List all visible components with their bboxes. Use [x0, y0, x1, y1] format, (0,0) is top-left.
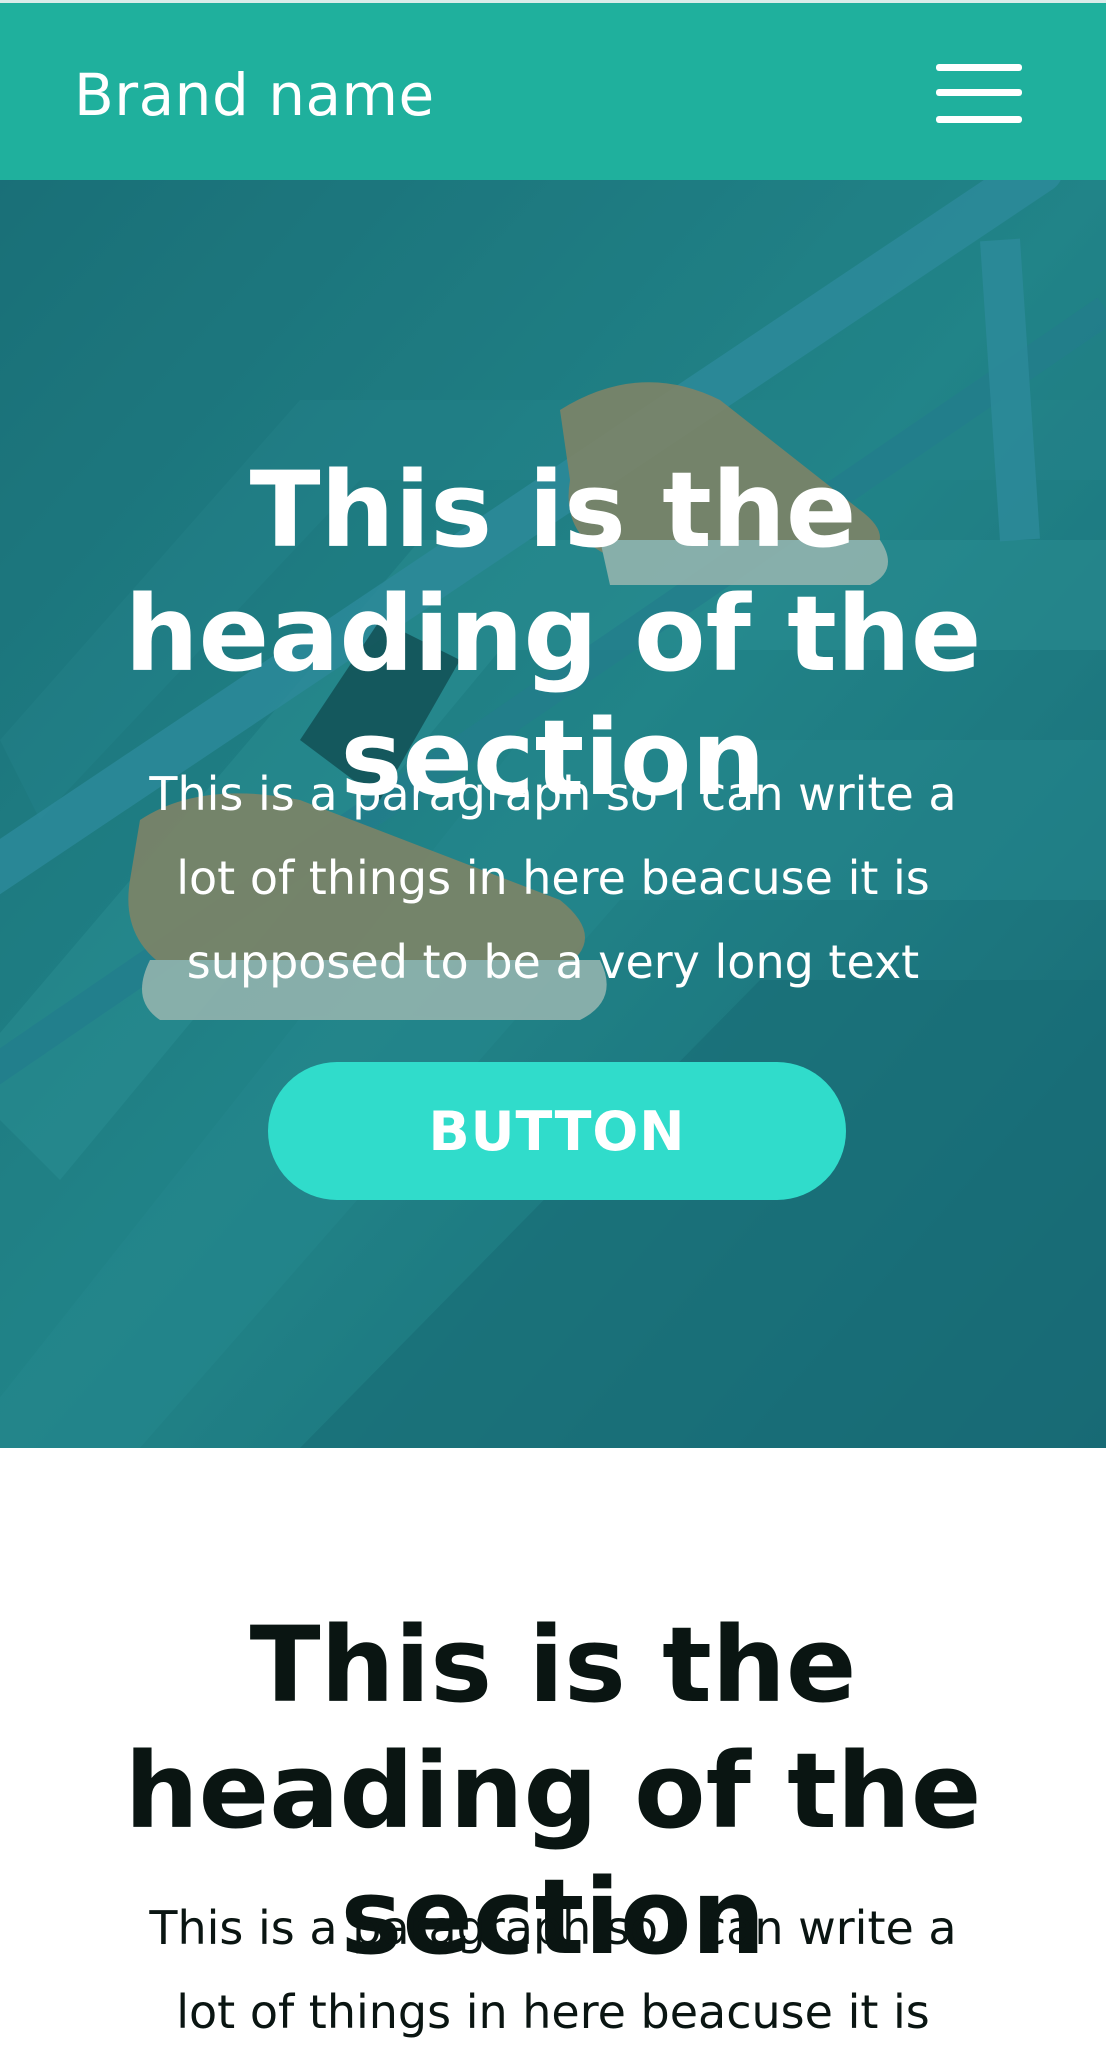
- hero-button[interactable]: BUTTON: [268, 1062, 846, 1200]
- hamburger-menu-icon[interactable]: [934, 61, 1024, 129]
- landing-page: Brand name This is the heading of the se…: [0, 0, 1106, 2061]
- section-paragraph: This is a paragraph so I can write a lot…: [149, 1901, 957, 2039]
- hero-content: This is the heading of the section This …: [0, 180, 1106, 1448]
- hero-paragraph: This is a paragraph so I can write a lot…: [149, 767, 957, 989]
- navbar: Brand name: [0, 0, 1106, 180]
- menu-bar: [936, 64, 1022, 71]
- brand-link[interactable]: Brand name: [74, 59, 435, 131]
- menu-bar: [936, 116, 1022, 123]
- menu-bar: [936, 89, 1022, 96]
- hero-section: This is the heading of the section This …: [0, 180, 1106, 1448]
- content-section: This is the heading of the section This …: [0, 1448, 1106, 2061]
